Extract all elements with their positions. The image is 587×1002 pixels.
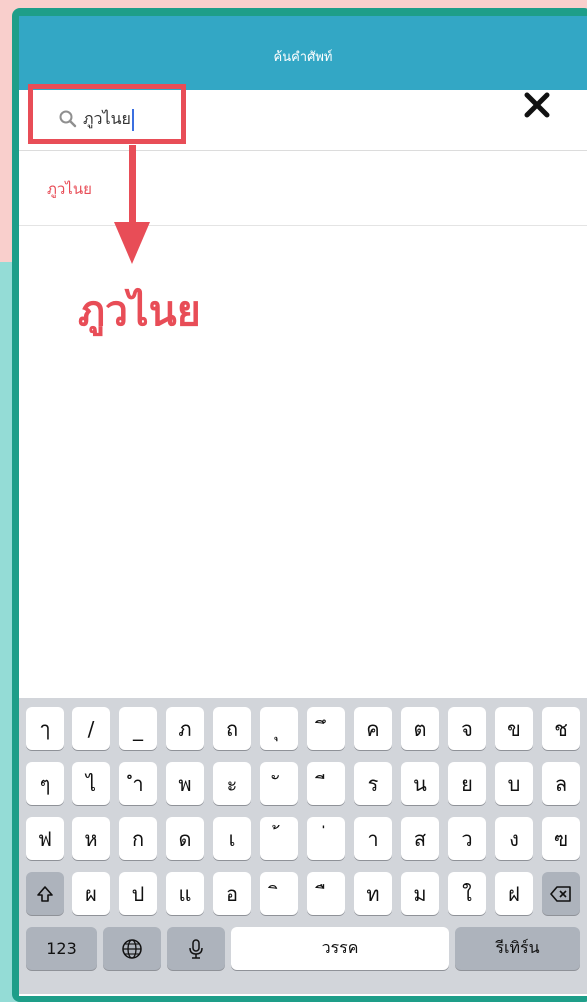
space-key[interactable]: วรรค [231,927,449,970]
key[interactable]: / [72,707,110,750]
keyboard-row-4: ผ ป แ อ ิ ื ท ม ใ ฝ [19,872,587,915]
key[interactable]: ด [166,817,204,860]
key[interactable]: เ [213,817,251,860]
key[interactable]: ฝ [495,872,533,915]
key[interactable]: น [401,762,439,805]
key[interactable]: ภ [166,707,204,750]
keyboard: ๅ / _ ภ ถ ุ ึ ค ต จ ข ช ๆ ไ ำ พ ะ ั ี ร … [19,698,587,994]
annotation-label: ภูวไนย [78,287,201,335]
highlight-box [28,84,186,144]
shift-key[interactable] [26,872,64,915]
key[interactable]: ช [542,707,580,750]
key[interactable]: ะ [213,762,251,805]
backspace-icon [550,885,571,902]
key[interactable]: ึ [307,707,345,750]
key[interactable]: ง [495,817,533,860]
key[interactable]: _ [119,707,157,750]
key[interactable]: ั [260,762,298,805]
keyboard-row-5: 123 วรรค รีเทิร์น [19,927,587,970]
key[interactable]: ก [119,817,157,860]
key[interactable]: ส [401,817,439,860]
key[interactable]: ม [401,872,439,915]
key[interactable]: ำ [119,762,157,805]
return-key[interactable]: รีเทิร์น [455,927,580,970]
key[interactable]: ว [448,817,486,860]
nav-bar: ค้นคำศัพท์ [19,16,587,90]
list-item[interactable]: ภูวไนย [19,151,587,226]
key[interactable]: ๅ [26,707,64,750]
key[interactable]: ๆ [26,762,64,805]
backspace-key[interactable] [542,872,580,915]
key[interactable]: ย [448,762,486,805]
key[interactable]: ถ [213,707,251,750]
keyboard-row-3: ฟ ห ก ด เ ้ ่ า ส ว ง ฃ [19,817,587,860]
key[interactable]: ี [307,762,345,805]
key[interactable]: ห [72,817,110,860]
key[interactable]: ไ [72,762,110,805]
key[interactable]: ป [119,872,157,915]
dictation-key[interactable] [167,927,225,970]
key[interactable]: ฟ [26,817,64,860]
shift-icon [37,885,53,902]
result-label: ภูวไนย [47,180,92,198]
key[interactable]: า [354,817,392,860]
keyboard-row-2: ๆ ไ ำ พ ะ ั ี ร น ย บ ล [19,762,587,805]
keyboard-row-1: ๅ / _ ภ ถ ุ ึ ค ต จ ข ช [19,707,587,750]
key[interactable]: ล [542,762,580,805]
key[interactable]: ฃ [542,817,580,860]
key[interactable]: แ [166,872,204,915]
key[interactable]: บ [495,762,533,805]
numbers-key[interactable]: 123 [26,927,97,970]
annotation-arrow-head [114,222,150,264]
key[interactable]: ใ [448,872,486,915]
key[interactable]: อ [213,872,251,915]
key[interactable]: ้ [260,817,298,860]
microphone-icon [189,938,203,959]
key[interactable]: ท [354,872,392,915]
key[interactable]: ผ [72,872,110,915]
annotation-arrow-shaft [129,145,136,225]
key[interactable]: จ [448,707,486,750]
key[interactable]: พ [166,762,204,805]
key[interactable]: ุ [260,707,298,750]
key[interactable]: ิ [260,872,298,915]
page-title: ค้นคำศัพท์ [273,50,333,65]
globe-key[interactable] [103,927,161,970]
globe-icon [122,938,142,959]
key[interactable]: ่ [307,817,345,860]
close-icon[interactable] [520,88,554,122]
key[interactable]: ค [354,707,392,750]
key[interactable]: ื [307,872,345,915]
key[interactable]: ร [354,762,392,805]
key[interactable]: ต [401,707,439,750]
key[interactable]: ข [495,707,533,750]
